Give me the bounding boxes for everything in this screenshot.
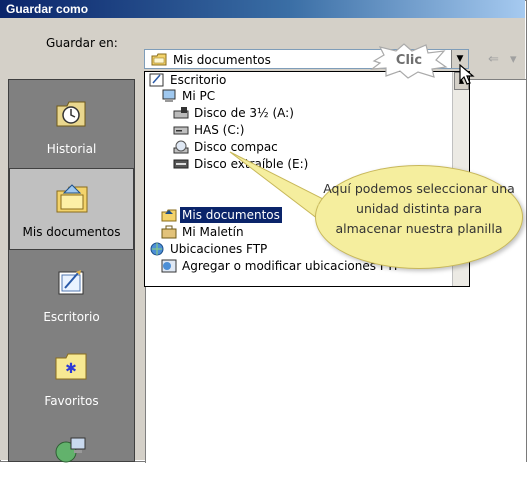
hard-drive-icon — [173, 126, 189, 135]
save-in-label: Guardar en: — [46, 36, 118, 50]
tooltip-text: Aquí podemos seleccionar una unidad dist… — [323, 181, 515, 236]
window-title: Guardar como — [6, 2, 89, 16]
chevron-down-icon: ▼ — [456, 54, 464, 64]
network-places-icon — [55, 437, 86, 463]
ftp-add-icon — [161, 259, 177, 273]
clic-callout: Clic — [370, 43, 448, 79]
desktop-icon — [149, 73, 164, 87]
place-network[interactable] — [9, 420, 134, 502]
my-computer-icon — [162, 89, 176, 102]
cd-drive-icon — [173, 140, 189, 154]
my-documents-icon — [161, 209, 177, 222]
place-my-documents[interactable]: Mis documentos — [9, 168, 134, 250]
ftp-icon — [150, 242, 164, 256]
place-favorites[interactable]: ✱ Favoritos — [9, 336, 134, 418]
place-historial[interactable]: Historial — [9, 84, 134, 166]
removable-drive-icon — [173, 159, 189, 169]
clic-label: Clic — [395, 53, 423, 68]
history-icon — [56, 101, 86, 127]
dropdown-arrow-icon[interactable]: ▾ — [510, 52, 517, 67]
title-bar: Guardar como — [0, 0, 525, 18]
mouse-cursor-icon — [459, 64, 475, 85]
favorites-icon: ✱ — [55, 353, 87, 380]
svg-text:✱: ✱ — [65, 361, 77, 377]
desktop-icon — [58, 270, 84, 295]
place-desktop[interactable]: Escritorio — [9, 252, 134, 334]
places-bar: Historial Mis documentos Escritorio ✱ Fa… — [8, 79, 135, 463]
back-arrow-icon[interactable]: ⇐ — [488, 52, 499, 67]
my-documents-icon — [56, 184, 88, 213]
my-documents-icon — [151, 53, 167, 66]
save-in-value: Mis documentos — [173, 53, 271, 67]
help-tooltip: Aquí podemos seleccionar una unidad dist… — [315, 165, 523, 269]
floppy-drive-icon — [173, 107, 189, 119]
briefcase-icon — [161, 225, 177, 239]
